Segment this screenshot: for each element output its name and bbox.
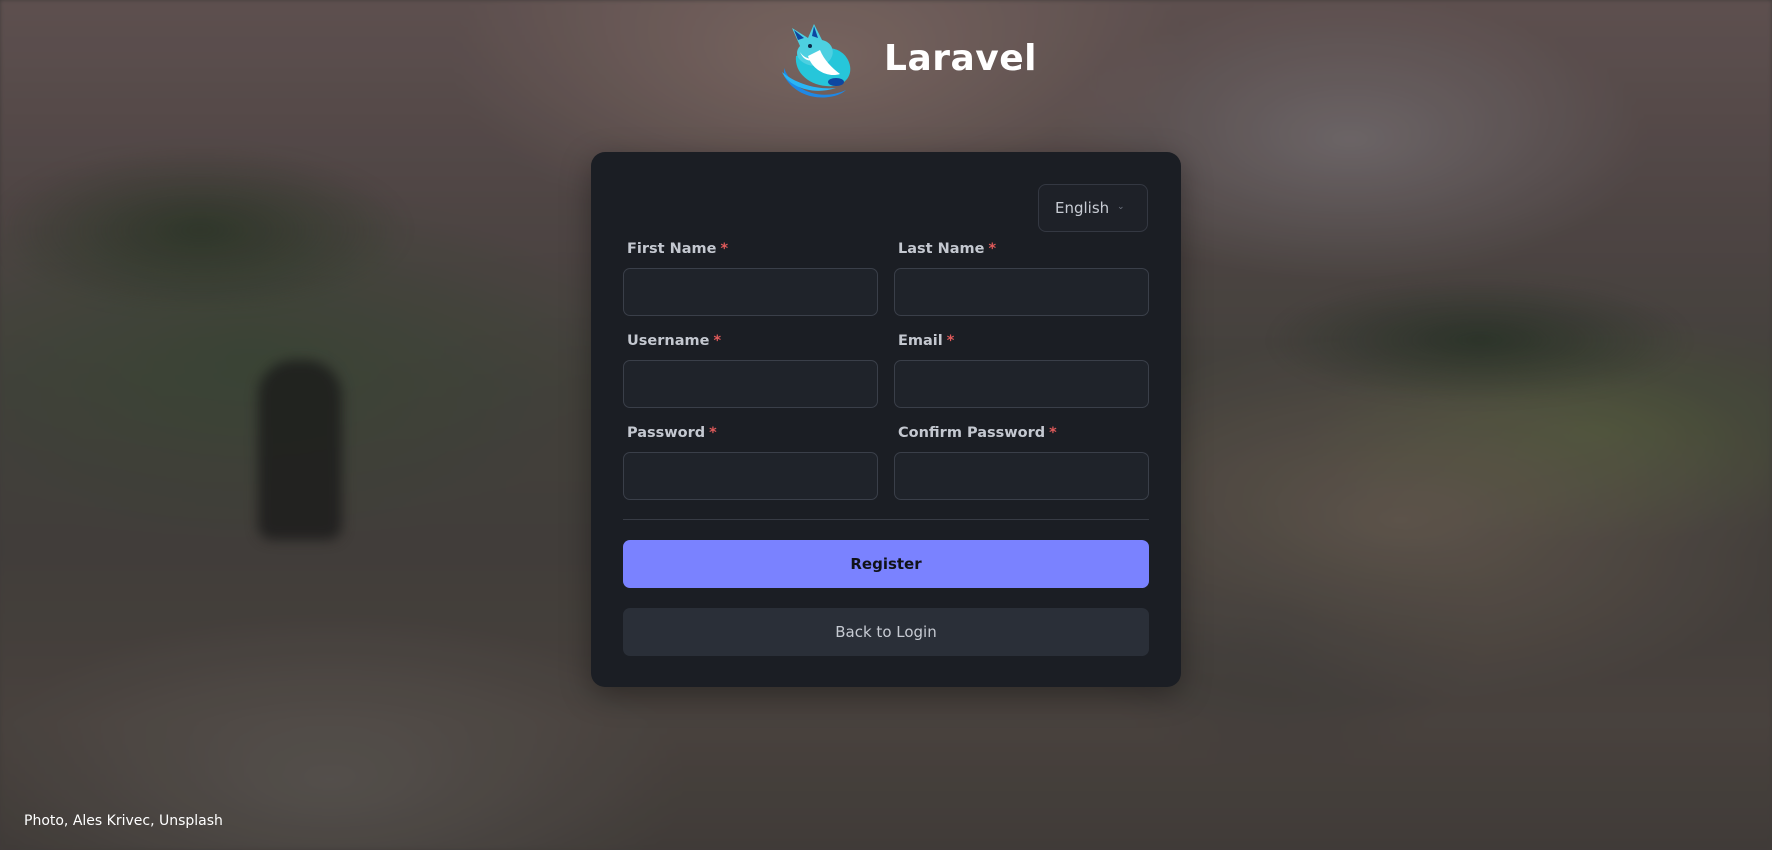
fox-logo-icon (782, 24, 851, 98)
last-name-label-text: Last Name (898, 241, 985, 257)
language-select[interactable]: English ⌄ (1038, 184, 1148, 232)
register-card: English ⌄ First Name * Last Name * Usernam… (591, 152, 1181, 687)
required-marker: * (988, 241, 997, 257)
form-divider (623, 519, 1149, 520)
language-select-value: English (1055, 199, 1110, 217)
back-to-login-button[interactable]: Back to Login (623, 608, 1149, 656)
first-name-label: First Name * (627, 241, 728, 257)
username-input[interactable] (623, 360, 878, 408)
email-input[interactable] (894, 360, 1149, 408)
confirm-password-input[interactable] (894, 452, 1149, 500)
confirm-password-label-text: Confirm Password (898, 425, 1046, 441)
first-name-input[interactable] (623, 268, 878, 316)
confirm-password-label: Confirm Password * (898, 425, 1057, 441)
password-label-text: Password (627, 425, 706, 441)
required-marker: * (709, 425, 717, 441)
required-marker: * (1049, 425, 1057, 441)
last-name-input[interactable] (894, 268, 1149, 316)
required-marker: * (946, 333, 955, 349)
password-label: Password * (627, 425, 717, 441)
email-label-text: Email (898, 333, 943, 349)
last-name-label: Last Name * (898, 241, 996, 257)
password-input[interactable] (623, 452, 878, 500)
username-label-text: Username (627, 333, 710, 349)
brand-header: Laravel (778, 16, 1037, 100)
register-button[interactable]: Register (623, 540, 1149, 588)
chevron-down-icon: ⌄ (1117, 202, 1125, 212)
first-name-label-text: First Name (627, 241, 717, 257)
email-label: Email * (898, 333, 954, 349)
photo-credit: Photo, Ales Krivec, Unsplash (24, 813, 223, 829)
username-label: Username * (627, 333, 721, 349)
required-marker: * (713, 333, 722, 349)
brand-name: Laravel (884, 37, 1038, 79)
required-marker: * (720, 241, 729, 257)
